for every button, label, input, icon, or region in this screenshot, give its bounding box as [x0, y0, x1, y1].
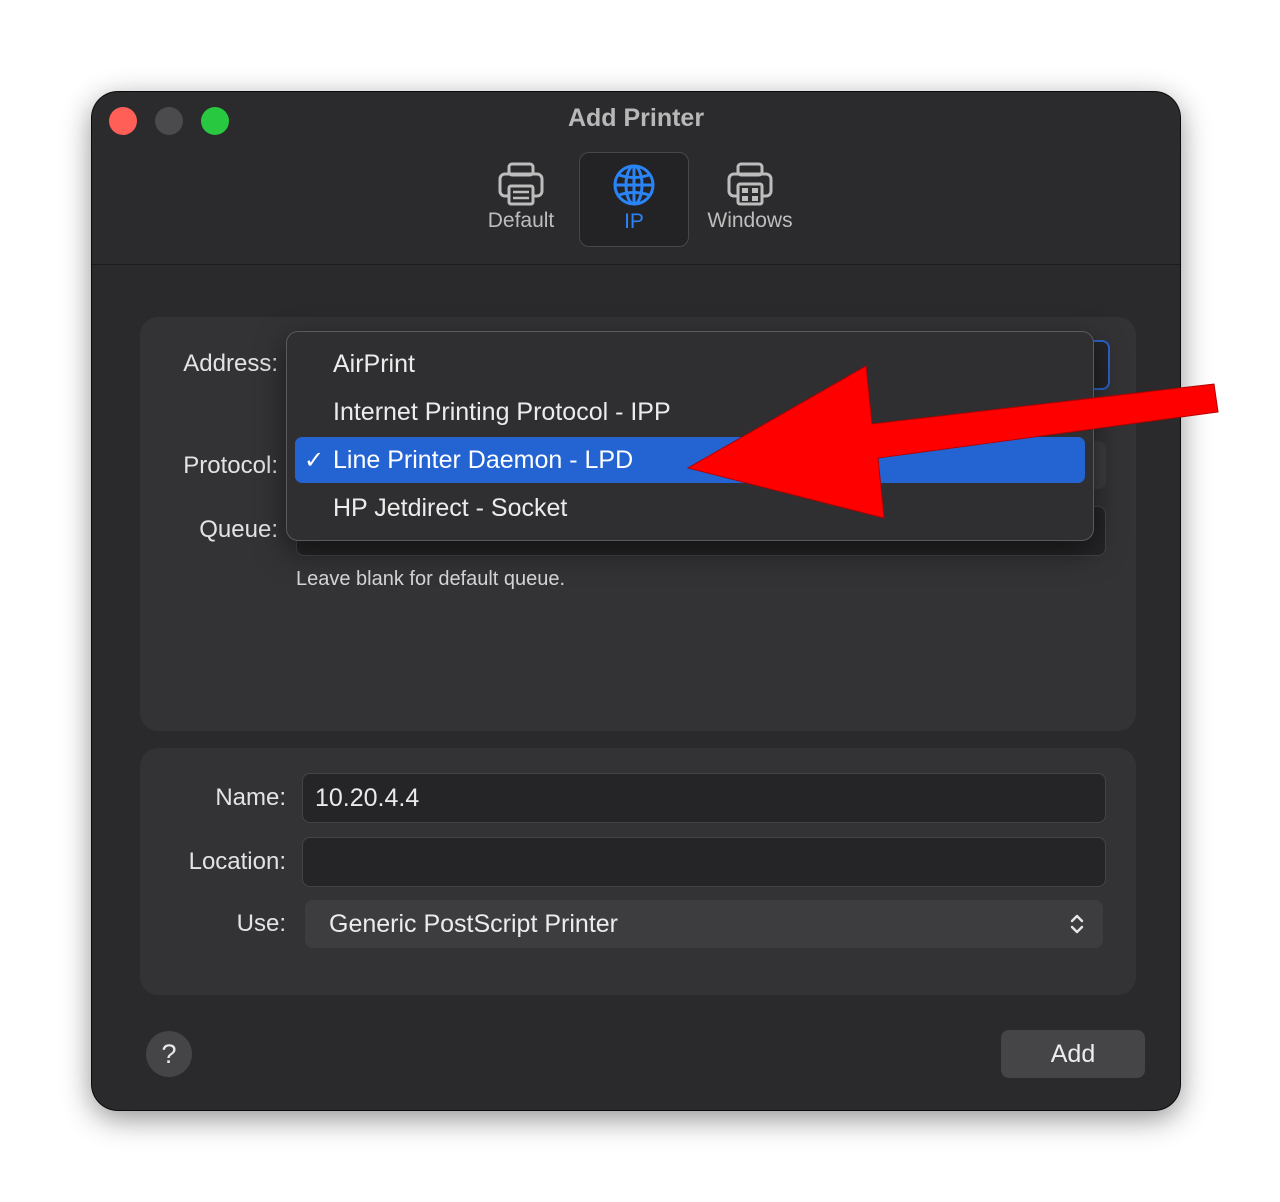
name-field[interactable]: 10.20.4.4	[302, 773, 1106, 823]
menu-item-ipp[interactable]: Internet Printing Protocol - IPP	[295, 389, 1085, 435]
location-label: Location:	[188, 848, 286, 875]
tab-default-label: Default	[487, 209, 555, 232]
use-label: Use:	[236, 910, 286, 937]
add-printer-window: Add Printer Default IP Windows	[92, 92, 1180, 1110]
tab-windows[interactable]: Windows	[699, 152, 801, 247]
checkmark-icon: ✓	[303, 446, 325, 474]
menu-item-socket[interactable]: HP Jetdirect - Socket	[295, 485, 1085, 531]
name-value: 10.20.4.4	[315, 783, 420, 812]
window-title: Add Printer	[567, 104, 705, 132]
menu-item-airprint[interactable]: AirPrint	[295, 341, 1085, 387]
menu-item-lpd[interactable]: ✓ Line Printer Daemon - LPD	[295, 437, 1085, 483]
tab-ip[interactable]: IP	[579, 152, 689, 247]
protocol-menu: AirPrint Internet Printing Protocol - IP…	[286, 331, 1094, 541]
queue-hint: Leave blank for default queue.	[296, 568, 566, 590]
menu-item-label: AirPrint	[333, 349, 415, 378]
printer-icon	[498, 162, 544, 206]
menu-item-label: Internet Printing Protocol - IPP	[333, 397, 671, 426]
use-value: Generic PostScript Printer	[329, 909, 618, 938]
network-printer-icon	[727, 162, 773, 206]
queue-label: Queue:	[199, 516, 278, 543]
help-button[interactable]: ?	[146, 1031, 192, 1077]
use-driver-popup[interactable]: Generic PostScript Printer	[305, 900, 1103, 948]
location-field[interactable]	[302, 837, 1106, 887]
name-label: Name:	[215, 784, 286, 811]
protocol-label: Protocol:	[183, 452, 278, 479]
tab-windows-label: Windows	[707, 209, 793, 232]
menu-item-label: HP Jetdirect - Socket	[333, 493, 568, 522]
tab-ip-label: IP	[624, 210, 644, 233]
menu-item-label: Line Printer Daemon - LPD	[333, 445, 634, 474]
globe-icon	[613, 164, 655, 206]
address-label: Address:	[183, 350, 278, 377]
add-button[interactable]: Add	[1001, 1030, 1145, 1078]
titlebar: Add Printer Default IP Windows	[92, 92, 1180, 265]
chevron-up-down-icon	[1070, 914, 1084, 934]
tab-default[interactable]: Default	[477, 152, 565, 247]
